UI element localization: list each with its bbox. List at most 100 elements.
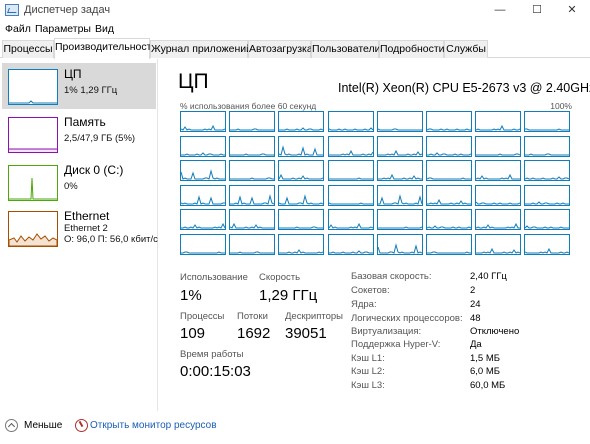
logical-processor-graph [327, 234, 374, 255]
menu-file[interactable]: Файл [5, 23, 31, 35]
menu-bar: Файл Параметры Вид [0, 20, 590, 38]
spec-value-l3-cache: 60,0 МБ [470, 380, 506, 391]
title-bar: Диспетчер задач — ☐ ✕ [0, 0, 590, 20]
spec-label-l2-cache: Кэш L2: [351, 366, 385, 377]
processor-activity-line [476, 201, 521, 205]
utilization-value: 1% [180, 287, 202, 304]
processor-activity-line [427, 251, 471, 254]
processor-activity-line [427, 151, 471, 156]
logical-processor-graph [180, 111, 226, 132]
threads-label: Потоки [237, 311, 268, 322]
logical-processor-graph [229, 234, 276, 255]
logical-processor-graph [426, 234, 472, 255]
tab-bar: Процессы Производительность Журнал прило… [0, 38, 590, 59]
logical-processor-graph [475, 160, 522, 182]
tab-performance[interactable]: Производительность [54, 38, 157, 59]
sidebar-item-disk[interactable]: Диск 0 (C:) 0% [2, 159, 156, 205]
processor-activity-line [525, 247, 570, 254]
spec-label-logical-processors: Логических процессоров: [351, 313, 463, 324]
logical-processor-graph [278, 234, 325, 255]
logical-processor-graph [524, 160, 571, 182]
logical-processor-graph [475, 234, 522, 255]
logical-processor-graph [524, 111, 571, 132]
menu-options[interactable]: Параметры [35, 23, 91, 35]
processor-activity-line [525, 225, 570, 229]
logical-processor-graph [229, 135, 276, 157]
sidebar-item-label: Диск 0 (C:) [64, 163, 124, 177]
ethernet-thumbnail-graph [8, 211, 58, 247]
uptime-value: 0:00:15:03 [180, 363, 251, 380]
resource-monitor-icon [75, 419, 88, 432]
maximize-button[interactable]: ☐ [519, 0, 555, 20]
logical-processor-graph [376, 234, 423, 255]
spec-value-logical-processors: 48 [470, 313, 481, 324]
processes-value: 109 [180, 325, 206, 342]
disk-thumbnail-graph [8, 165, 58, 201]
processor-activity-line [377, 174, 422, 180]
logical-processor-graph [278, 209, 325, 231]
spec-label-cores: Ядра: [351, 299, 377, 310]
minimize-button[interactable]: — [482, 0, 518, 20]
logical-processor-graph [376, 160, 423, 182]
logical-processor-graph [229, 184, 276, 206]
sidebar-item-detail: 2,5/47,9 ГБ (5%) [64, 133, 136, 144]
collapse-up-icon[interactable] [5, 419, 18, 432]
processor-activity-line [525, 153, 570, 156]
processor-activity-line [279, 174, 324, 180]
logical-processor-graph [524, 184, 571, 206]
tab-processes[interactable]: Процессы [2, 40, 54, 58]
logical-processor-graph [524, 234, 571, 255]
sidebar-item-cpu[interactable]: ЦП 1% 1,29 ГГц [2, 63, 156, 109]
close-button[interactable]: ✕ [554, 0, 590, 20]
tab-app-history[interactable]: Журнал приложений [150, 40, 252, 58]
tab-services[interactable]: Службы [444, 40, 488, 58]
logical-processor-graph [475, 209, 522, 231]
logical-processor-graph [278, 111, 325, 132]
logical-processor-graph [229, 111, 276, 132]
sidebar-item-adapter: Ethernet 2 [64, 223, 108, 234]
processor-activity-line [377, 243, 422, 254]
processor-activity-line [230, 153, 275, 156]
processor-activity-line [476, 174, 521, 180]
processor-activity-line [181, 194, 225, 205]
processor-activity-line [476, 124, 521, 131]
spec-value-sockets: 2 [470, 285, 476, 296]
speed-label: Скорость [259, 272, 301, 283]
open-resource-monitor-link[interactable]: Открыть монитор ресурсов [90, 420, 217, 431]
logical-processor-graph [426, 111, 472, 132]
tab-details[interactable]: Подробности [379, 40, 445, 58]
cpu-thumbnail-graph [8, 69, 58, 105]
cpu-model-name: Intel(R) Xeon(R) CPU E5-2673 v3 @ 2.40GH… [338, 81, 590, 95]
logical-processor-graphs [180, 111, 574, 256]
fewer-details-button[interactable]: Меньше [24, 420, 62, 431]
processor-activity-line [230, 177, 275, 180]
processor-activity-line [181, 223, 225, 230]
spec-value-hyperv: Да [470, 339, 482, 350]
processor-activity-line [427, 177, 471, 180]
processor-activity-line [181, 169, 225, 180]
spec-value-virtualization: Отключено [470, 326, 520, 337]
processor-activity-line [377, 193, 422, 205]
utilization-label: Использование [180, 272, 248, 283]
menu-view[interactable]: Вид [95, 23, 114, 35]
processor-activity-line [476, 153, 521, 156]
memory-thumbnail-graph [8, 117, 58, 153]
processor-activity-line [279, 226, 324, 229]
graph-caption: % использования более 60 секунд [180, 101, 317, 111]
sidebar-item-label: Память [64, 115, 106, 129]
sidebar-item-label: Ethernet [64, 209, 110, 223]
logical-processor-graph [327, 135, 374, 157]
tab-users[interactable]: Пользователи [311, 40, 381, 58]
tab-startup[interactable]: Автозагрузка [248, 40, 313, 58]
logical-processor-graph [229, 160, 276, 182]
sidebar-item-memory[interactable]: Память 2,5/47,9 ГБ (5%) [2, 111, 156, 157]
processor-activity-line [328, 127, 373, 131]
logical-processor-graph [278, 160, 325, 182]
spec-value-l1-cache: 1,5 МБ [470, 353, 500, 364]
processor-activity-line [328, 250, 373, 254]
graph-max-label: 100% [550, 101, 572, 111]
spec-label-sockets: Сокетов: [351, 285, 390, 296]
processes-label: Процессы [180, 311, 225, 322]
sidebar-item-ethernet[interactable]: Ethernet Ethernet 2 О: 96,0 П: 56,0 кбит… [2, 205, 158, 251]
window-title: Диспетчер задач [24, 4, 111, 16]
